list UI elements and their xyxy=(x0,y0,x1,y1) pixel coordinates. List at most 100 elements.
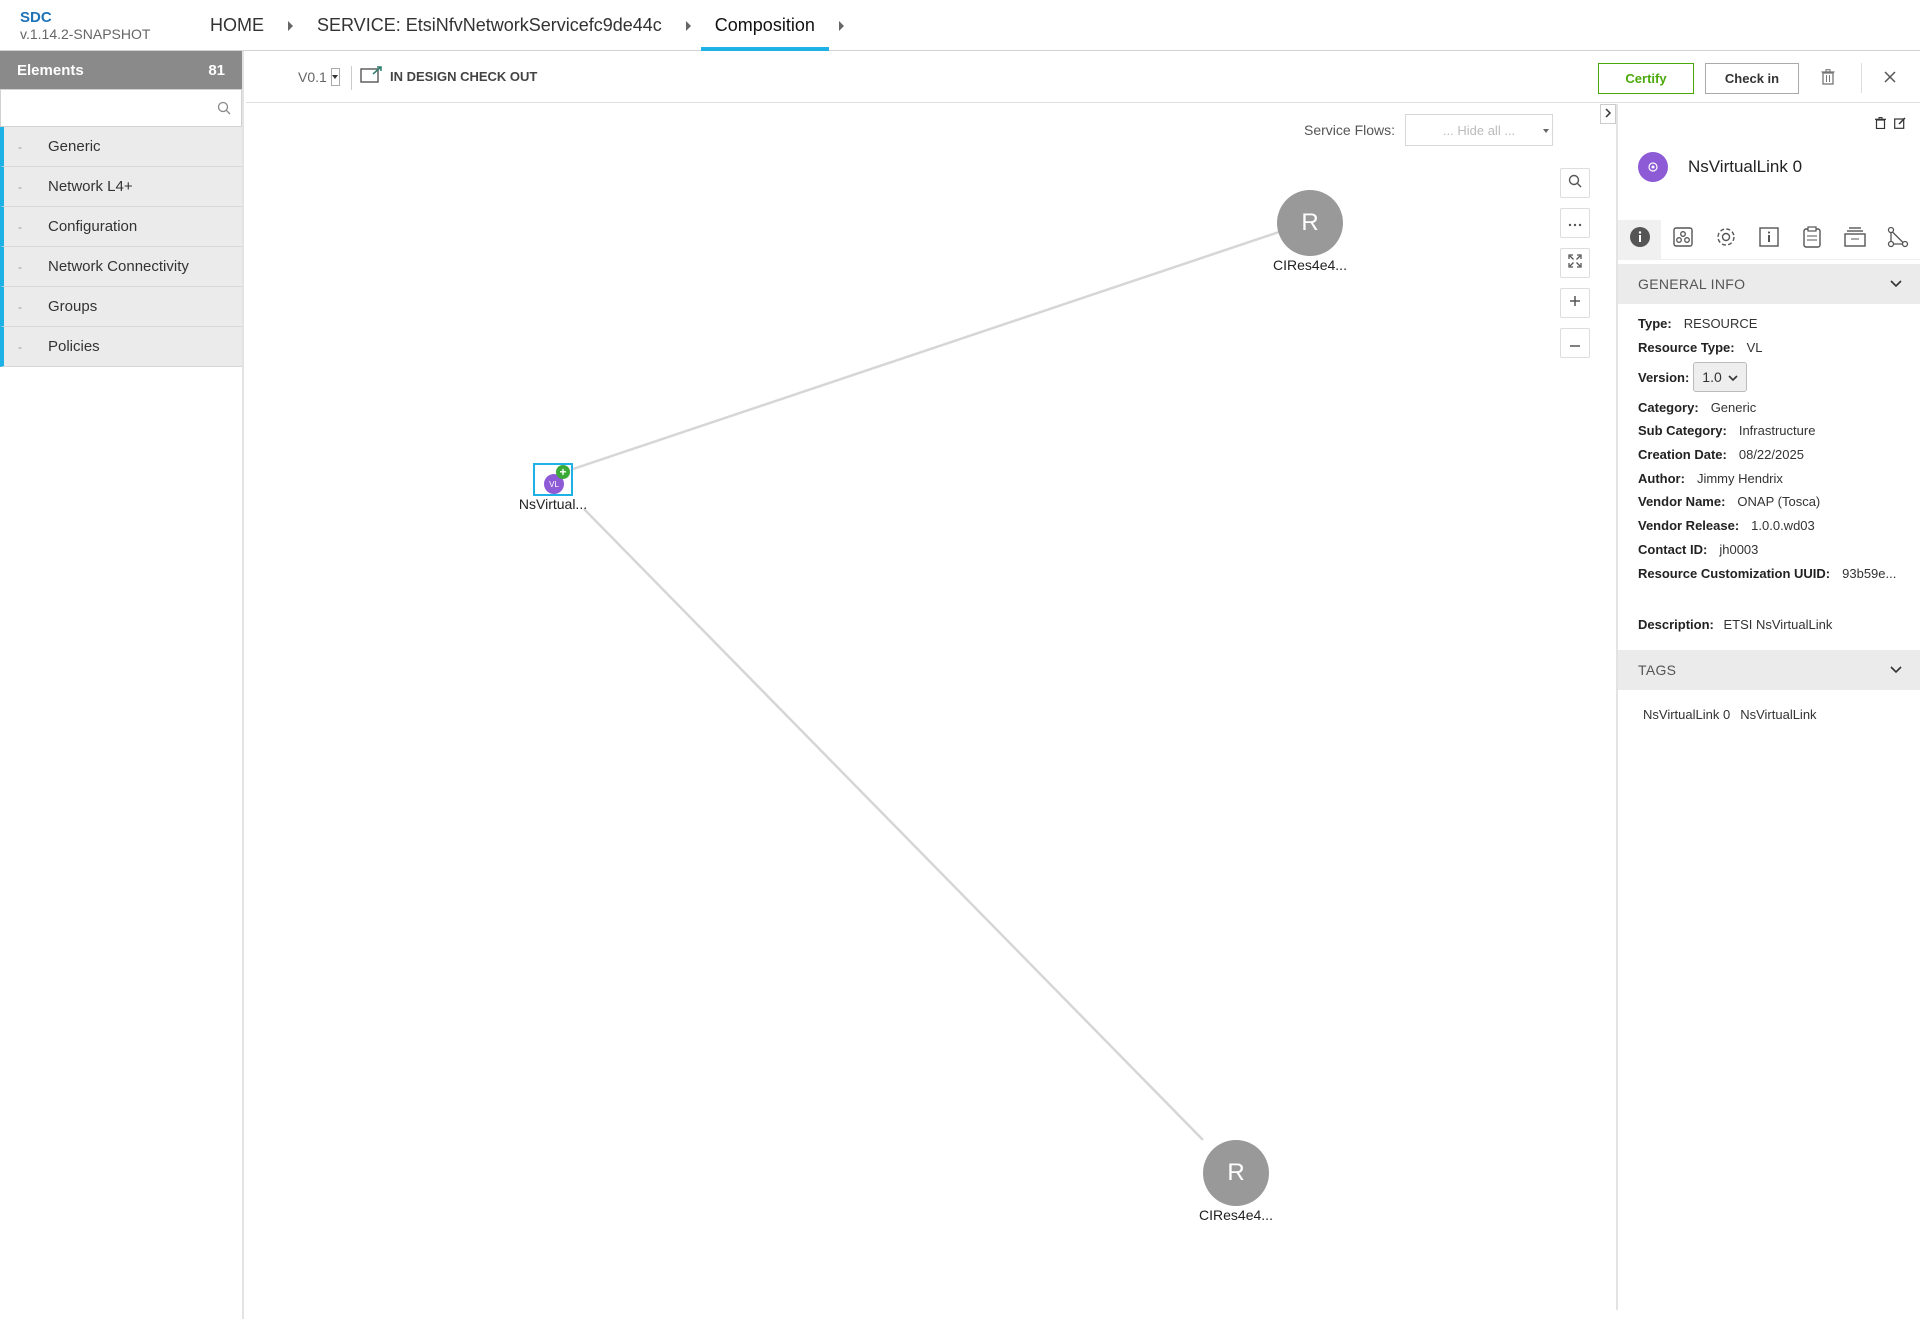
relation-edge[interactable] xyxy=(583,508,1204,1141)
close-icon xyxy=(1884,71,1896,86)
version-selector[interactable]: V0.1 xyxy=(298,68,340,86)
info-row-category: Category: Generic xyxy=(1638,395,1918,419)
palette-category-configuration[interactable]: - Configuration xyxy=(0,207,242,247)
info-key: Creation Date: xyxy=(1638,447,1727,463)
more-icon xyxy=(1568,214,1582,232)
collapse-icon: - xyxy=(18,339,22,354)
relation-edge[interactable] xyxy=(572,230,1280,471)
trash-icon[interactable] xyxy=(1875,116,1886,134)
palette-category-label: Groups xyxy=(48,298,98,315)
certify-button[interactable]: Certify xyxy=(1598,63,1694,94)
palette-header: Elements 81 xyxy=(0,51,242,89)
tab-artifacts[interactable] xyxy=(1790,220,1833,260)
palette-category-network-l4[interactable]: - Network L4+ xyxy=(0,167,242,207)
breadcrumb-menu-icon[interactable] xyxy=(838,20,844,31)
trash-icon xyxy=(1821,69,1835,88)
palette-category-label: Network L4+ xyxy=(48,178,133,195)
palette-category-label: Policies xyxy=(48,338,100,355)
add-relation-icon[interactable]: + xyxy=(556,465,570,479)
resource-node[interactable]: R xyxy=(1277,190,1343,256)
info-row-vendor-name: Vendor Name: ONAP (Tosca) xyxy=(1638,490,1918,514)
palette-title: Elements xyxy=(17,61,84,79)
info-row-version: Version: 1.0 xyxy=(1638,359,1918,395)
settings-icon xyxy=(1715,226,1737,253)
info-key: Version: xyxy=(1638,369,1690,385)
fit-to-screen-button[interactable] xyxy=(1560,248,1590,278)
tag: NsVirtualLink 0 xyxy=(1643,707,1731,722)
info-value: ONAP (Tosca) xyxy=(1737,494,1821,510)
composition-canvas[interactable]: Service Flows: ... Hide all ... R CIRes4… xyxy=(246,104,1616,1310)
collapse-icon: - xyxy=(18,259,22,274)
info-value: VL xyxy=(1746,340,1763,356)
node-icon-text: R xyxy=(1227,1159,1245,1186)
details-panel: NsVirtualLink 0 GENERAL INFO Type: RESOU… xyxy=(1616,104,1920,1310)
zoom-in-icon xyxy=(1569,294,1581,312)
chevron-down-icon xyxy=(1890,661,1902,679)
collapse-icon: - xyxy=(18,219,22,234)
canvas-more-button[interactable] xyxy=(1560,208,1590,238)
version-select[interactable]: 1.0 xyxy=(1693,362,1747,393)
palette-search-input[interactable] xyxy=(1,90,241,126)
version-label: V0.1 xyxy=(298,69,327,85)
node-label: CIRes4e4... xyxy=(1199,1207,1273,1223)
palette-category-label: Network Connectivity xyxy=(48,258,189,275)
palette-category-network-connectivity[interactable]: - Network Connectivity xyxy=(0,247,242,287)
info-row-resource-type: Resource Type: VL xyxy=(1638,336,1918,360)
breadcrumb: HOME SERVICE: EtsiNfvNetworkServicefc9de… xyxy=(196,0,854,51)
palette-category-generic[interactable]: - Generic xyxy=(0,127,242,167)
node-label: NsVirtual... xyxy=(518,496,588,512)
tab-api[interactable] xyxy=(1833,220,1876,260)
general-info-section-header[interactable]: GENERAL INFO xyxy=(1618,264,1920,304)
info-row-type: Type: RESOURCE xyxy=(1638,312,1918,336)
tags-section-header[interactable]: TAGS xyxy=(1618,650,1920,690)
tab-inputs[interactable] xyxy=(1747,220,1790,260)
info-row-sub-category: Sub Category: Infrastructure xyxy=(1638,419,1918,443)
canvas-search-button[interactable] xyxy=(1560,168,1590,198)
virtual-link-node[interactable]: VL + xyxy=(533,463,573,496)
info-key: Sub Category: xyxy=(1638,423,1727,439)
description-value: ETSI NsVirtualLink xyxy=(1723,617,1833,632)
info-row-customization-uuid: Resource Customization UUID: 93b59e... xyxy=(1638,561,1918,585)
palette-category-label: Configuration xyxy=(48,218,138,235)
top-bar: SDC v.1.14.2-SNAPSHOT HOME SERVICE: Etsi… xyxy=(0,0,1920,51)
search-icon[interactable] xyxy=(217,101,231,120)
service-flows-select[interactable]: ... Hide all ... xyxy=(1405,114,1554,146)
collapse-icon: - xyxy=(18,179,22,194)
checkout-icon xyxy=(360,66,384,87)
tab-properties[interactable] xyxy=(1704,220,1747,260)
general-info-list: Type: RESOURCE Resource Type: VL Version… xyxy=(1638,312,1918,585)
app-logo[interactable]: SDC v.1.14.2-SNAPSHOT xyxy=(20,9,150,43)
tab-general-info[interactable] xyxy=(1618,219,1661,260)
lifecycle-status: IN DESIGN CHECK OUT xyxy=(360,66,537,87)
section-title: GENERAL INFO xyxy=(1638,276,1746,292)
resource-node[interactable]: R xyxy=(1203,1140,1269,1206)
edit-icon[interactable] xyxy=(1894,116,1906,134)
fit-icon xyxy=(1568,253,1582,273)
tab-relations[interactable] xyxy=(1876,220,1919,260)
breadcrumb-service[interactable]: SERVICE: EtsiNfvNetworkServicefc9de44c xyxy=(303,0,676,51)
breadcrumb-composition[interactable]: Composition xyxy=(700,0,829,51)
palette-category-policies[interactable]: - Policies xyxy=(0,327,242,367)
info-value: Infrastructure xyxy=(1738,423,1816,439)
collapse-panel-button[interactable] xyxy=(1600,104,1616,124)
relations-icon xyxy=(1887,226,1909,253)
check-in-button[interactable]: Check in xyxy=(1705,63,1799,94)
tab-deployment[interactable] xyxy=(1661,220,1704,260)
info-key: Type: xyxy=(1638,316,1672,332)
collapse-icon: - xyxy=(18,299,22,314)
search-icon xyxy=(1568,174,1582,193)
zoom-in-button[interactable] xyxy=(1560,288,1590,318)
close-button[interactable] xyxy=(1878,63,1902,94)
palette-category-groups[interactable]: - Groups xyxy=(0,287,242,327)
zoom-out-button[interactable] xyxy=(1560,328,1590,358)
chevron-down-icon xyxy=(1728,369,1738,385)
delete-button[interactable] xyxy=(1816,63,1840,94)
status-text: IN DESIGN CHECK OUT xyxy=(390,69,538,84)
artifacts-icon xyxy=(1802,226,1821,253)
panel-title: NsVirtualLink 0 xyxy=(1638,152,1802,182)
info-value: RESOURCE xyxy=(1683,316,1758,332)
breadcrumb-home[interactable]: HOME xyxy=(196,0,278,51)
tags-list: NsVirtualLink 0 NsVirtualLink xyxy=(1643,707,1817,722)
node-icon-text: R xyxy=(1301,209,1319,236)
component-name: NsVirtualLink 0 xyxy=(1688,157,1803,176)
